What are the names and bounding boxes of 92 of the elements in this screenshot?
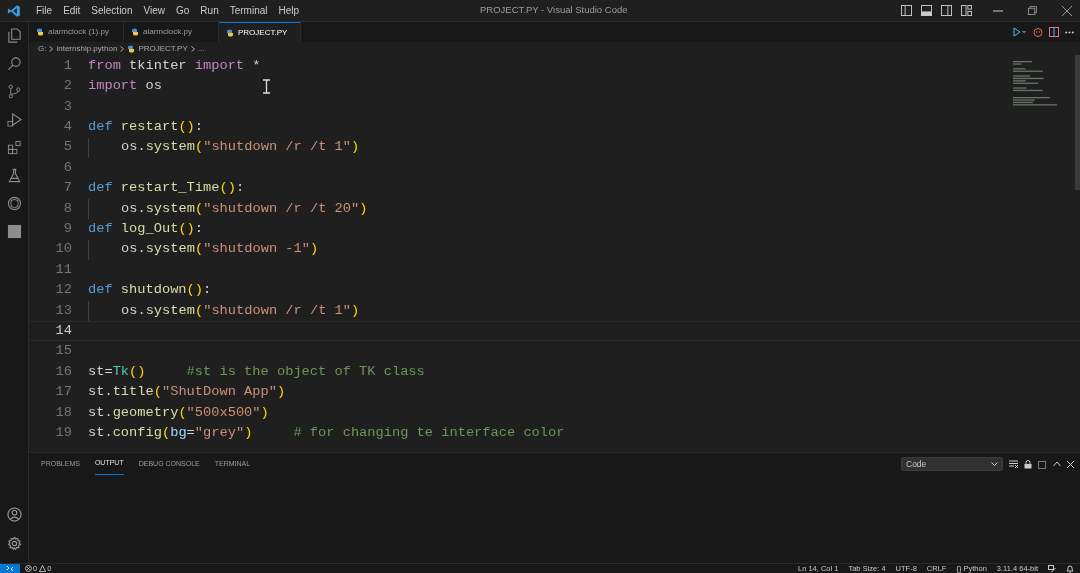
line-number: 9: [62, 220, 73, 239]
code-line: import os: [88, 77, 162, 96]
breadcrumb-item[interactable]: PROJECT.PY: [138, 42, 188, 55]
menu-item[interactable]: Edit: [58, 3, 86, 18]
breadcrumb-item[interactable]: internship.python: [56, 42, 118, 55]
dropdown-value: Code: [906, 457, 927, 471]
line-number: 18: [54, 403, 73, 422]
lock-icon[interactable]: [1024, 459, 1032, 469]
panel-toggle-icon[interactable]: [921, 5, 932, 16]
line-number: 11: [54, 260, 73, 279]
remote-icon: [6, 565, 14, 572]
code-line: os.system("shutdown -1"): [121, 240, 319, 259]
python-file-icon: [131, 28, 139, 36]
layout-icon[interactable]: [961, 5, 972, 16]
line-number: 12: [54, 281, 73, 300]
menu-item[interactable]: File: [31, 3, 58, 18]
chevron-down-icon: [991, 461, 998, 467]
code-line: def shutdown():: [88, 281, 212, 300]
breadcrumb-item[interactable]: ...: [197, 42, 205, 55]
menu-item[interactable]: Terminal: [224, 3, 273, 18]
error-icon: [25, 565, 32, 572]
output-channel-dropdown[interactable]: Code: [901, 457, 1003, 471]
flask-icon[interactable]: [6, 168, 22, 183]
code-line: st.title("ShutDown App"): [88, 383, 286, 402]
square-icon[interactable]: [6, 224, 22, 239]
run-icon[interactable]: [1013, 27, 1027, 37]
extensions-icon[interactable]: [6, 140, 22, 155]
chevron-right-icon: [190, 45, 195, 52]
search-icon[interactable]: [6, 56, 22, 71]
close-icon[interactable]: [1062, 5, 1072, 16]
scrollbar-thumb[interactable]: [1075, 55, 1080, 190]
python-file-icon: [226, 28, 234, 37]
face-icon[interactable]: [1033, 27, 1043, 37]
line-number: 10: [54, 240, 73, 259]
line-number: 5: [62, 138, 73, 157]
code-line: st.config(bg="grey") # for changing te interface color: [88, 423, 565, 442]
more-icon[interactable]: [1065, 30, 1074, 34]
knot-icon[interactable]: [6, 196, 22, 211]
line-number: 8: [62, 199, 73, 218]
code-line: os.system("shutdown /r /t 20"): [121, 199, 368, 218]
menu-item[interactable]: Go: [171, 3, 195, 18]
line-number: 19: [54, 423, 73, 442]
python-file-icon: [127, 44, 136, 53]
account-icon[interactable]: [6, 507, 22, 522]
line-number: 1: [62, 56, 73, 75]
python-file-icon: [36, 28, 44, 36]
menu-item[interactable]: Selection: [86, 3, 138, 18]
line-number: 3: [62, 97, 73, 116]
restore-icon[interactable]: [1028, 6, 1037, 15]
editor-tab[interactable]: PROJECT.PY: [219, 22, 301, 42]
window-title: PROJECT.PY - Visual Studio Code: [480, 3, 628, 18]
line-number: 16: [54, 362, 73, 381]
code-line: st=Tk() #st is the object of TK class: [88, 362, 425, 381]
line-number: 14: [54, 322, 73, 340]
close-icon[interactable]: [1067, 460, 1074, 468]
clear-output-icon[interactable]: [1009, 459, 1018, 469]
line-number: 7: [62, 179, 73, 198]
chevron-right-icon: [120, 45, 125, 52]
code-line: st.geometry("500x500"): [88, 403, 269, 422]
vscode-logo-icon: [7, 3, 21, 18]
copy-icon[interactable]: [1038, 459, 1047, 469]
code-line: os.system("shutdown /r /t 1"): [121, 301, 360, 320]
code-line: from tkinter import *: [88, 56, 261, 75]
code-line: def restart_Time():: [88, 179, 245, 198]
line-number: 4: [62, 118, 73, 137]
menu-item[interactable]: Help: [273, 3, 305, 18]
branch-icon[interactable]: [6, 84, 22, 99]
breadcrumb-item[interactable]: G:: [38, 42, 47, 55]
code-line: def log_Out():: [88, 220, 204, 239]
secondary-sidebar-icon[interactable]: [941, 5, 952, 16]
minimap-drawing: [1013, 61, 1057, 107]
line-number: 15: [54, 342, 73, 361]
play-bug-icon[interactable]: [6, 112, 22, 127]
files-icon[interactable]: [6, 28, 22, 43]
line-number: 13: [54, 301, 73, 320]
remote-button[interactable]: [0, 564, 20, 573]
chevron-up-icon[interactable]: [1053, 461, 1061, 467]
text-cursor-icon: [262, 79, 271, 94]
bell-icon[interactable]: [1066, 564, 1074, 573]
chevron-right-icon: [49, 45, 54, 52]
line-number: 2: [62, 77, 73, 96]
menu-item[interactable]: Run: [195, 3, 224, 18]
line-number: 6: [62, 158, 73, 177]
line-number: 17: [54, 383, 73, 402]
code-line: os.system("shutdown /r /t 1"): [121, 138, 360, 157]
warning-icon: [39, 565, 47, 572]
code-line: def restart():: [88, 118, 204, 137]
settings-icon[interactable]: [6, 536, 22, 551]
feedback-icon[interactable]: [1048, 564, 1056, 573]
split-editor-icon[interactable]: [1049, 27, 1059, 37]
sidebar-toggle-icon[interactable]: [901, 5, 912, 16]
menu-item[interactable]: View: [138, 3, 170, 18]
